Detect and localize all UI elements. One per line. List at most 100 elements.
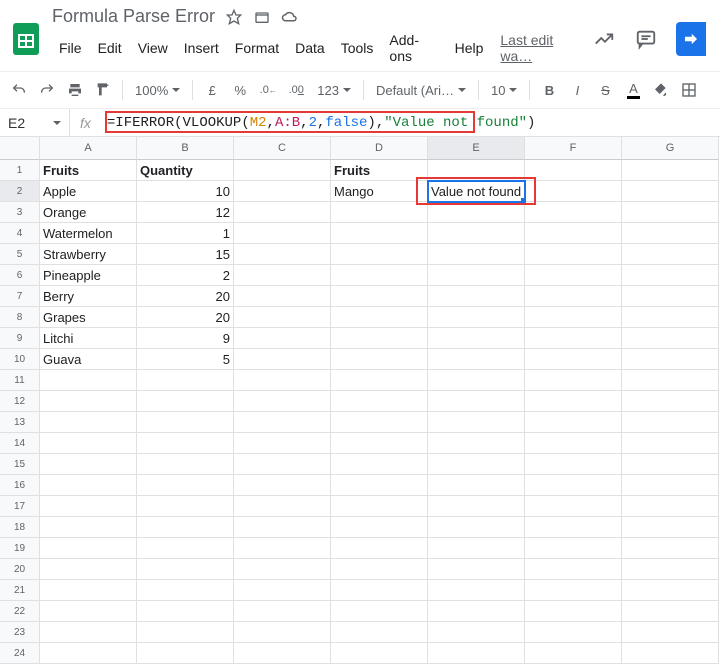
cell-A18[interactable] [40,517,137,538]
cell-F16[interactable] [525,475,622,496]
cell-B16[interactable] [137,475,234,496]
cell-A7[interactable]: Berry [40,286,137,307]
name-box[interactable]: E2 [0,109,70,136]
cell-C2[interactable] [234,181,331,202]
cell-G3[interactable] [622,202,719,223]
cell-D20[interactable] [331,559,428,580]
text-color-button[interactable]: A [620,77,646,103]
row-header-2[interactable]: 2 [0,181,40,202]
menu-view[interactable]: View [131,37,175,59]
cell-E3[interactable] [428,202,525,223]
cell-E6[interactable] [428,265,525,286]
cell-G21[interactable] [622,580,719,601]
cell-E15[interactable] [428,454,525,475]
cell-A3[interactable]: Orange [40,202,137,223]
menu-help[interactable]: Help [448,37,491,59]
cell-E21[interactable] [428,580,525,601]
cell-A6[interactable]: Pineapple [40,265,137,286]
cell-G17[interactable] [622,496,719,517]
comment-icon[interactable] [634,27,658,51]
cell-E7[interactable] [428,286,525,307]
cell-G15[interactable] [622,454,719,475]
cell-A12[interactable] [40,391,137,412]
cell-E9[interactable] [428,328,525,349]
cell-A22[interactable] [40,601,137,622]
percent-button[interactable]: % [227,77,253,103]
star-icon[interactable] [225,8,243,26]
cell-D1[interactable]: Fruits [331,160,428,181]
row-header-1[interactable]: 1 [0,160,40,181]
cell-G6[interactable] [622,265,719,286]
cell-G22[interactable] [622,601,719,622]
cell-B15[interactable] [137,454,234,475]
cell-E14[interactable] [428,433,525,454]
cell-D14[interactable] [331,433,428,454]
cell-C13[interactable] [234,412,331,433]
cell-B11[interactable] [137,370,234,391]
cell-D2[interactable]: Mango [331,181,428,202]
cell-G9[interactable] [622,328,719,349]
cell-D24[interactable] [331,643,428,664]
cell-D21[interactable] [331,580,428,601]
cell-D19[interactable] [331,538,428,559]
cell-F20[interactable] [525,559,622,580]
cell-E24[interactable] [428,643,525,664]
cell-E18[interactable] [428,517,525,538]
cell-G14[interactable] [622,433,719,454]
cell-D12[interactable] [331,391,428,412]
cell-F5[interactable] [525,244,622,265]
cell-B7[interactable]: 20 [137,286,234,307]
cell-B9[interactable]: 9 [137,328,234,349]
borders-button[interactable] [676,77,702,103]
cell-F18[interactable] [525,517,622,538]
fill-color-button[interactable] [648,77,674,103]
cell-E12[interactable] [428,391,525,412]
cell-B1[interactable]: Quantity [137,160,234,181]
cell-C17[interactable] [234,496,331,517]
doc-title[interactable]: Formula Parse Error [52,6,215,27]
cell-B6[interactable]: 2 [137,265,234,286]
col-header-B[interactable]: B [137,137,234,160]
row-header-12[interactable]: 12 [0,391,40,412]
cell-C9[interactable] [234,328,331,349]
row-header-14[interactable]: 14 [0,433,40,454]
number-format-dropdown[interactable]: 123 [311,77,357,103]
row-header-9[interactable]: 9 [0,328,40,349]
font-dropdown[interactable]: Default (Ari… [370,77,472,103]
cell-A13[interactable] [40,412,137,433]
cell-A11[interactable] [40,370,137,391]
cell-A8[interactable]: Grapes [40,307,137,328]
cell-A19[interactable] [40,538,137,559]
select-all-corner[interactable] [0,137,40,160]
cell-E16[interactable] [428,475,525,496]
cell-F24[interactable] [525,643,622,664]
cell-G2[interactable] [622,181,719,202]
menu-data[interactable]: Data [288,37,332,59]
cell-F15[interactable] [525,454,622,475]
cell-F2[interactable] [525,181,622,202]
cell-B21[interactable] [137,580,234,601]
cell-A1[interactable]: Fruits [40,160,137,181]
cell-C5[interactable] [234,244,331,265]
cell-C14[interactable] [234,433,331,454]
cell-G24[interactable] [622,643,719,664]
row-header-6[interactable]: 6 [0,265,40,286]
bold-button[interactable]: B [536,77,562,103]
cell-D4[interactable] [331,223,428,244]
row-header-18[interactable]: 18 [0,517,40,538]
move-icon[interactable] [253,8,271,26]
cell-D15[interactable] [331,454,428,475]
cell-E22[interactable] [428,601,525,622]
last-edit[interactable]: Last edit wa… [492,32,584,64]
cell-F9[interactable] [525,328,622,349]
cell-B18[interactable] [137,517,234,538]
cell-F10[interactable] [525,349,622,370]
cell-D9[interactable] [331,328,428,349]
cell-B14[interactable] [137,433,234,454]
cell-F22[interactable] [525,601,622,622]
cell-G5[interactable] [622,244,719,265]
cell-F3[interactable] [525,202,622,223]
cell-E1[interactable] [428,160,525,181]
cell-C3[interactable] [234,202,331,223]
cell-A24[interactable] [40,643,137,664]
